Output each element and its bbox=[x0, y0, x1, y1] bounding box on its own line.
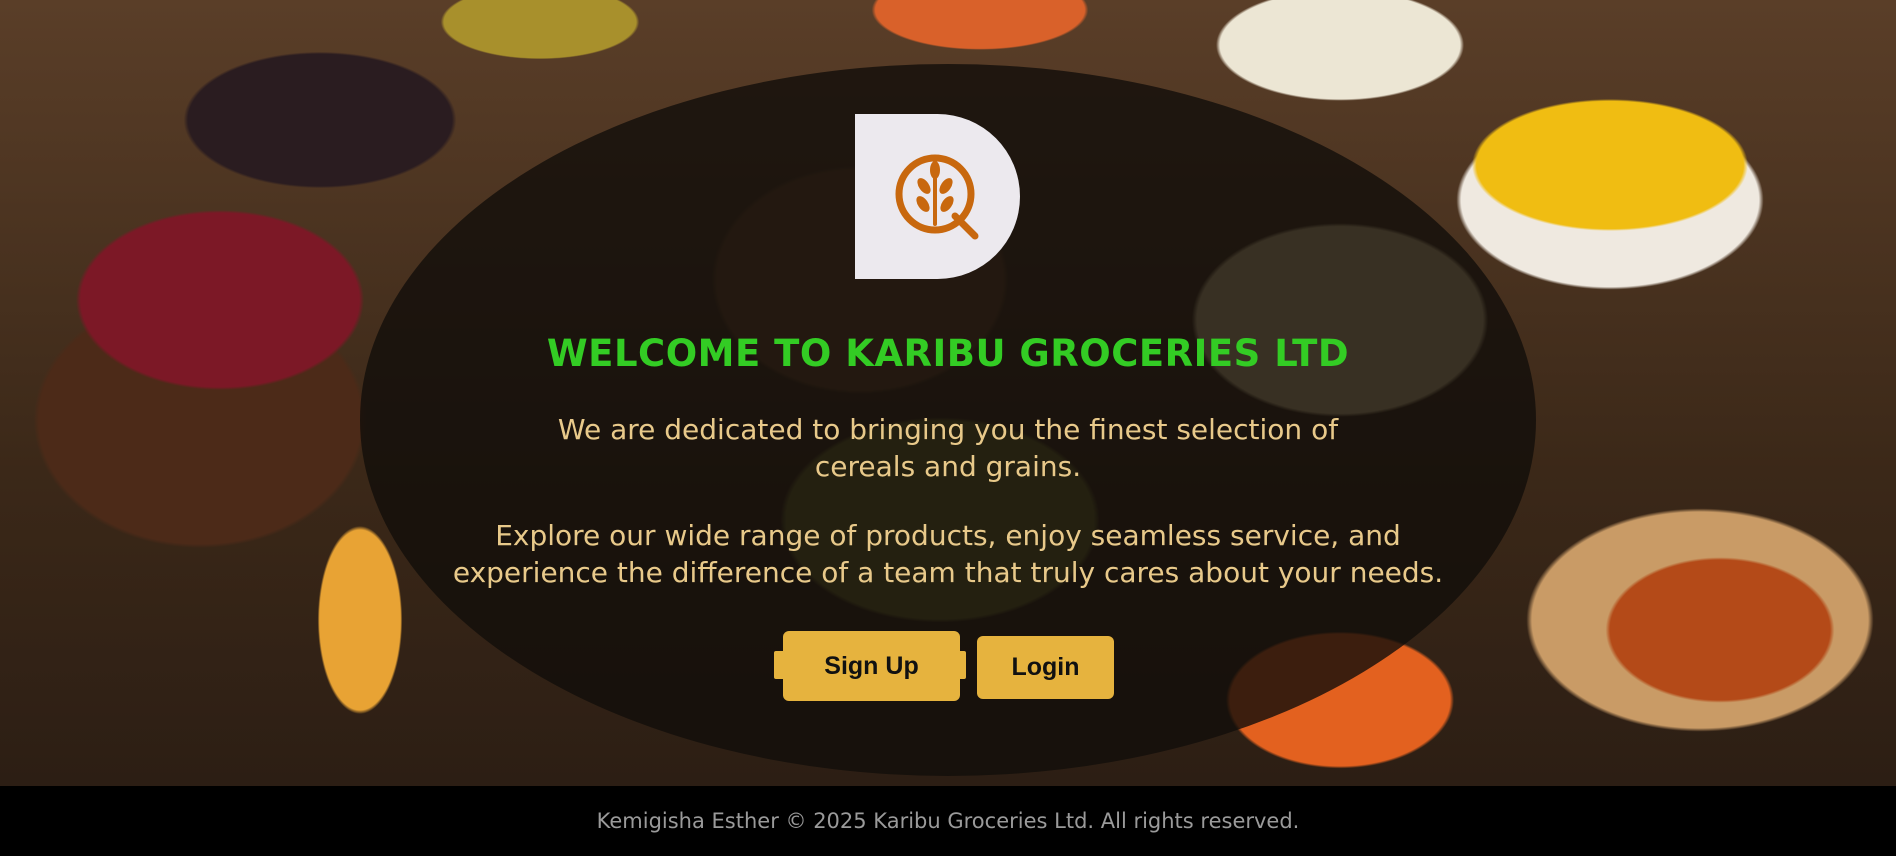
footer: Kemigisha Esther © 2025 Karibu Groceries… bbox=[0, 786, 1896, 856]
signup-button[interactable]: Sign Up bbox=[783, 631, 960, 701]
welcome-title: WELCOME TO KARIBU GROCERIES LTD bbox=[546, 332, 1350, 375]
intro-text-line: We are dedicated to bringing you the fin… bbox=[557, 413, 1339, 483]
explore-text: Explore our wide range of products, enjo… bbox=[430, 517, 1466, 591]
grain-leaf-logo-icon bbox=[895, 154, 979, 240]
company-logo bbox=[855, 114, 1020, 279]
intro-text: We are dedicated to bringing you the fin… bbox=[540, 411, 1356, 485]
explore-text-line: Explore our wide range of products, enjo… bbox=[452, 519, 1444, 589]
footer-copyright: Kemigisha Esther © 2025 Karibu Groceries… bbox=[596, 809, 1300, 833]
login-button[interactable]: Login bbox=[977, 636, 1114, 699]
